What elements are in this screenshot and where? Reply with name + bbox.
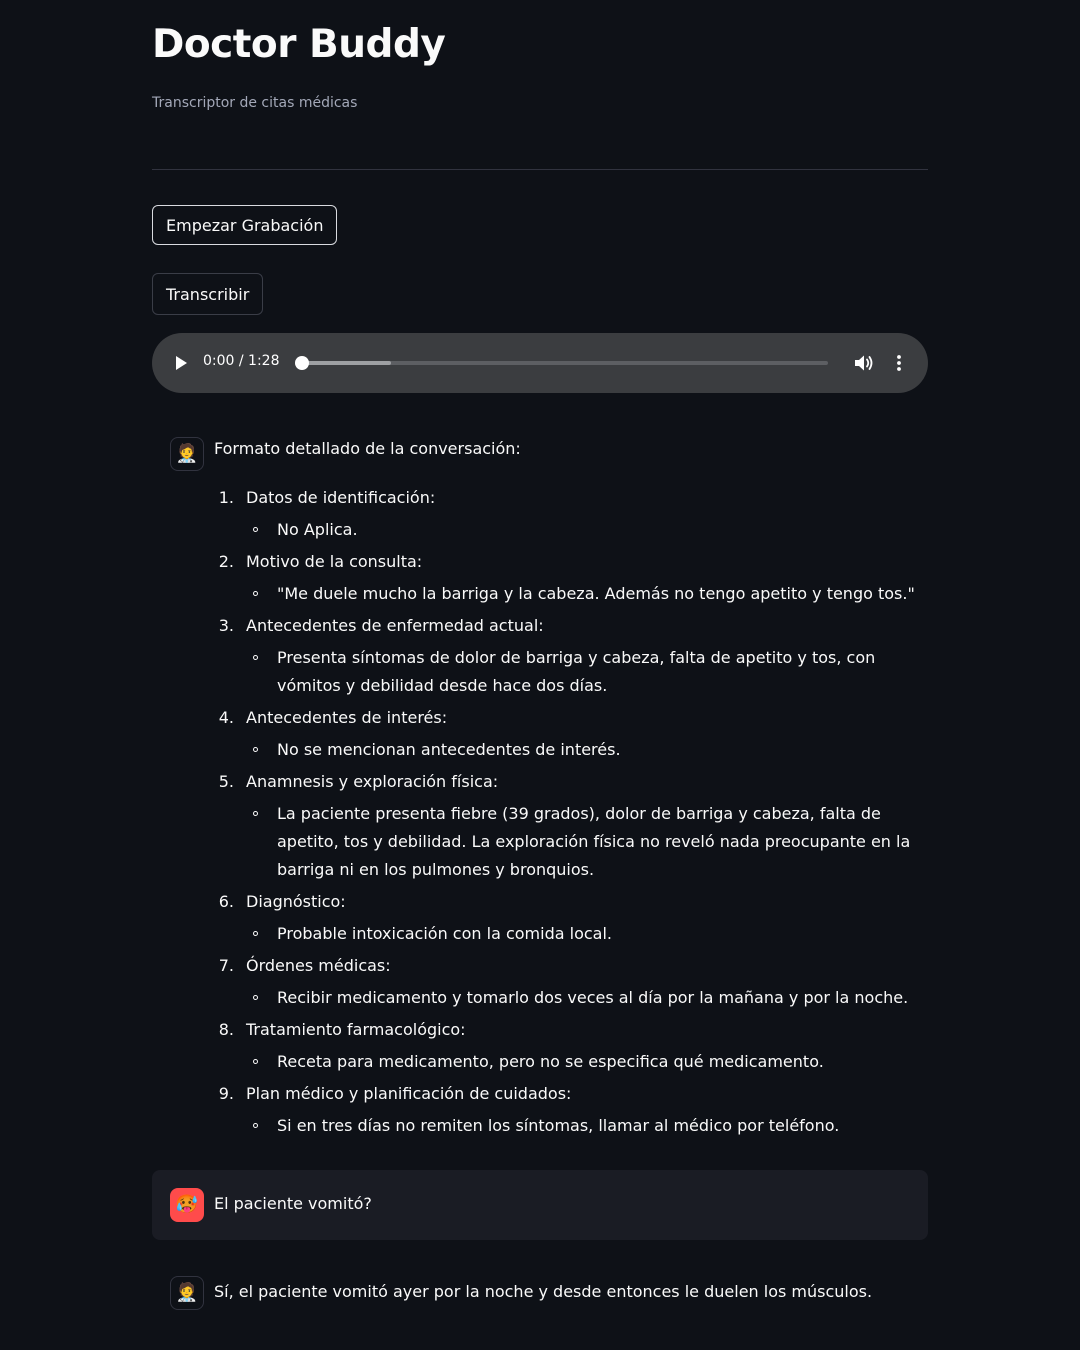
bullet-icon [253, 995, 258, 1000]
audio-player: 0:00 / 1:28 [152, 333, 928, 393]
section-item: 4. Antecedentes de interés: No se menciona… [218, 704, 918, 764]
section-detail: No Aplica. [277, 520, 358, 539]
section-detail-item: No se mencionan antecedentes de interés. [218, 736, 918, 764]
section-detail-item: Recibir medicamento y tomarlo dos veces … [218, 984, 918, 1012]
section-detail-item: "Me duele mucho la barriga y la cabeza. … [218, 580, 918, 608]
bullet-icon [253, 527, 258, 532]
assistant-intro-text: Formato detallado de la conversación: [214, 439, 521, 458]
section-item: 9. Plan médico y planificación de cuidado… [218, 1080, 918, 1140]
section-item: 6. Diagnóstico: Probable intoxicación con … [218, 888, 918, 948]
audio-time: 0:00 / 1:28 [203, 353, 280, 369]
audio-progress-track[interactable] [302, 361, 828, 365]
bullet-icon [253, 931, 258, 936]
section-detail: "Me duele mucho la barriga y la cabeza. … [277, 584, 915, 603]
page-subtitle: Transcriptor de citas médicas [152, 95, 358, 111]
volume-icon[interactable] [854, 354, 874, 372]
section-item: 1. Datos de identificación: No Aplica. [218, 484, 918, 544]
assistant-avatar-icon: 🧑‍⚕️ [170, 1276, 204, 1310]
section-title: Órdenes médicas: [246, 956, 391, 975]
section-detail-item: Si en tres días no remiten los síntomas,… [218, 1112, 918, 1140]
user-message: 🥵 El paciente vomitó? [152, 1170, 928, 1240]
section-detail: La paciente presenta fiebre (39 grados),… [277, 804, 911, 879]
section-title: Anamnesis y exploración física: [246, 772, 499, 791]
section-title: Diagnóstico: [246, 892, 346, 911]
section-item: 5. Anamnesis y exploración física: La paci… [218, 768, 918, 884]
section-title: Motivo de la consulta: [246, 552, 423, 571]
section-number: 6. [218, 892, 234, 911]
section-number: 9. [218, 1084, 234, 1103]
section-number: 7. [218, 956, 234, 975]
section-detail-item: Receta para medicamento, pero no se espe… [218, 1048, 918, 1076]
transcribe-button[interactable]: Transcribir [152, 273, 264, 315]
user-message-text: El paciente vomitó? [214, 1194, 372, 1213]
bullet-icon [253, 747, 258, 752]
section-detail: Presenta síntomas de dolor de barriga y … [277, 648, 876, 695]
section-detail-item: No Aplica. [218, 516, 918, 544]
section-detail-item: La paciente presenta fiebre (39 grados),… [218, 800, 918, 884]
section-title: Tratamiento farmacológico: [246, 1020, 466, 1039]
page-title: Doctor Buddy [152, 22, 446, 67]
section-detail: Receta para medicamento, pero no se espe… [277, 1052, 824, 1071]
section-number: 4. [218, 708, 234, 727]
section-number: 1. [218, 488, 234, 507]
more-options-icon[interactable] [896, 354, 902, 372]
play-icon[interactable] [176, 356, 187, 370]
section-detail: Recibir medicamento y tomarlo dos veces … [277, 988, 909, 1007]
section-item: 3. Antecedentes de enfermedad actual: Pres… [218, 612, 918, 700]
section-detail: No se mencionan antecedentes de interés. [277, 740, 621, 759]
section-title: Plan médico y planificación de cuidados: [246, 1084, 572, 1103]
assistant-avatar-icon: 🧑‍⚕️ [170, 437, 204, 471]
section-detail-item: Probable intoxicación con la comida loca… [218, 920, 918, 948]
section-number: 3. [218, 616, 234, 635]
audio-progress-thumb[interactable] [295, 356, 309, 370]
user-avatar-icon: 🥵 [170, 1188, 204, 1222]
section-detail-item: Presenta síntomas de dolor de barriga y … [218, 644, 918, 700]
section-title: Antecedentes de interés: [246, 708, 448, 727]
bullet-icon [253, 1123, 258, 1128]
section-title: Datos de identificación: [246, 488, 436, 507]
bullet-icon [253, 811, 258, 816]
transcript-sections-list: 1. Datos de identificación: No Aplica. 2. Mo… [218, 484, 918, 1144]
section-detail: Si en tres días no remiten los síntomas,… [277, 1116, 840, 1135]
start-recording-button[interactable]: Empezar Grabación [152, 205, 338, 245]
section-title: Antecedentes de enfermedad actual: [246, 616, 544, 635]
assistant-answer-text: Sí, el paciente vomitó ayer por la noche… [214, 1282, 873, 1301]
section-number: 2. [218, 552, 234, 571]
bullet-icon [253, 591, 258, 596]
bullet-icon [253, 655, 258, 660]
divider [152, 169, 928, 170]
section-item: 2. Motivo de la consulta: "Me duele mucho … [218, 548, 918, 608]
audio-buffered-bar [302, 361, 392, 365]
section-item: 7. Órdenes médicas: Recibir medicamento y … [218, 952, 918, 1012]
section-detail: Probable intoxicación con la comida loca… [277, 924, 612, 943]
section-item: 8. Tratamiento farmacológico: Receta para … [218, 1016, 918, 1076]
section-number: 5. [218, 772, 234, 791]
section-number: 8. [218, 1020, 234, 1039]
bullet-icon [253, 1059, 258, 1064]
